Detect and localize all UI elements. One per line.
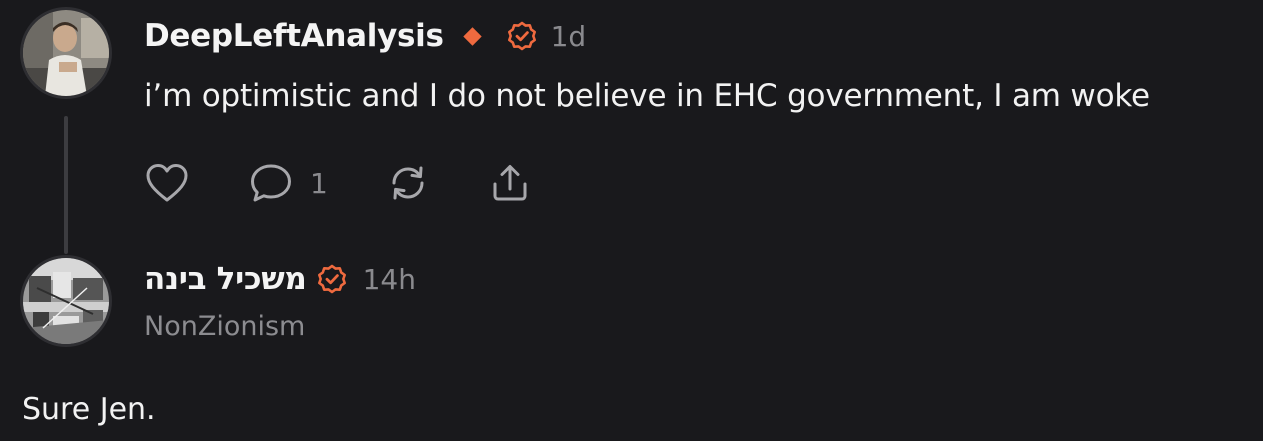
- repost-icon: [386, 162, 430, 204]
- reply-body: Sure Jen.: [22, 392, 156, 427]
- thread-connector-line: [64, 116, 68, 254]
- comment-bubble-icon: [248, 162, 294, 204]
- post-timestamp: 1d: [550, 19, 587, 53]
- avatar[interactable]: [23, 10, 109, 96]
- like-button[interactable]: [144, 162, 190, 204]
- reply-header: משכיל בינה 14h: [144, 256, 416, 302]
- post-header: DeepLeftAnalysis 1d: [144, 14, 586, 58]
- heart-icon: [144, 162, 190, 204]
- reply-timestamp: 14h: [362, 262, 416, 296]
- share-icon: [488, 162, 532, 204]
- diamond-icon: [462, 26, 482, 46]
- post-author-name[interactable]: DeepLeftAnalysis: [144, 18, 444, 54]
- avatar[interactable]: [23, 258, 109, 344]
- post-action-bar: 1: [144, 160, 532, 206]
- reply-author-subtitle[interactable]: NonZionism: [144, 311, 305, 342]
- reply-author-name[interactable]: משכיל בינה: [144, 261, 307, 297]
- verified-check-icon: [317, 264, 347, 294]
- verified-check-icon: [507, 21, 537, 51]
- post-body: i’m optimistic and I do not believe in E…: [144, 78, 1150, 114]
- share-button[interactable]: [488, 162, 532, 204]
- comment-count: 1: [310, 166, 328, 200]
- comment-button[interactable]: 1: [248, 162, 328, 204]
- repost-button[interactable]: [386, 162, 430, 204]
